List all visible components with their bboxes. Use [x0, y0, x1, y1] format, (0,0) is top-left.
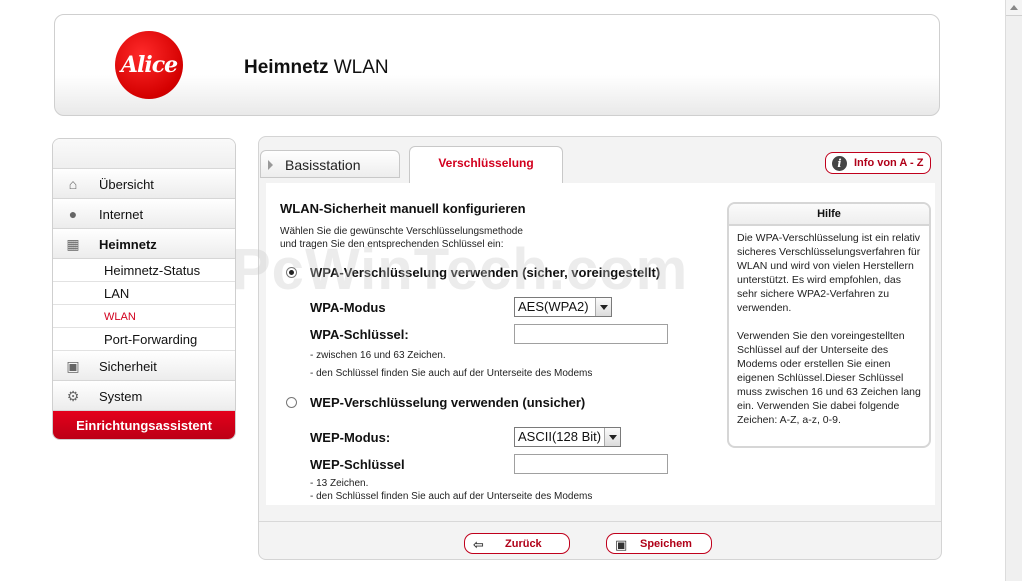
wpa-radio[interactable]: [286, 267, 297, 278]
page-title: Heimnetz WLAN: [244, 57, 389, 79]
main-panel: Basisstation Verschlüsselung i Info von …: [258, 136, 942, 560]
intro-text: Wählen Sie die gewünschte Verschlüsselun…: [280, 225, 580, 251]
footer-divider: [259, 521, 941, 522]
alice-logo: Alice: [115, 31, 183, 99]
sidebar-item-label: Übersicht: [99, 177, 154, 192]
vertical-scrollbar[interactable]: [1005, 0, 1022, 581]
sidebar-nav: ⌂ Übersicht ● Internet ▦ Heimnetz Heimne…: [52, 138, 236, 440]
tab-label: Basisstation: [285, 157, 361, 173]
help-paragraph-1: Die WPA-Verschlüsselung ist ein relativ …: [737, 232, 921, 314]
sidebar-item-label: Heimnetz: [99, 237, 157, 252]
sidebar-item-sicherheit[interactable]: ▣ Sicherheit: [53, 351, 235, 381]
intro-line-1: Wählen Sie die gewünschte Verschlüsselun…: [280, 226, 523, 237]
sidebar-item-label: System: [99, 389, 143, 404]
wpa-key-input[interactable]: [514, 324, 668, 344]
sidebar-item-system[interactable]: ⚙ System: [53, 381, 235, 411]
scroll-up-arrow-icon[interactable]: [1006, 0, 1022, 16]
house-icon: ⌂: [68, 176, 78, 192]
page-title-section: Heimnetz: [244, 57, 329, 78]
sidebar-top-spacer: [53, 139, 235, 169]
wpa-key-label: WPA-Schlüssel:: [310, 327, 409, 342]
info-icon: i: [832, 156, 847, 171]
chevron-down-icon: [604, 428, 620, 446]
sidebar-subitem-label: LAN: [104, 286, 130, 301]
gear-icon: ⚙: [66, 387, 80, 404]
sidebar-subitem-heimnetz-status[interactable]: Heimnetz-Status: [53, 259, 235, 282]
wep-radio[interactable]: [286, 397, 297, 408]
lock-icon: ▣: [66, 357, 80, 374]
intro-line-2: und tragen Sie den entsprechenden Schlüs…: [280, 239, 504, 250]
sidebar-subitem-label: Heimnetz-Status: [104, 263, 201, 278]
help-paragraph-2: Verwenden Sie den voreingestellten Schlü…: [737, 330, 921, 426]
wep-key-label: WEP-Schlüssel: [310, 457, 405, 472]
help-title: Hilfe: [729, 204, 929, 226]
sidebar-subitem-label: WLAN: [104, 311, 136, 323]
setup-assistant-button[interactable]: Einrichtungsassistent: [53, 411, 235, 439]
wpa-mode-select[interactable]: AES(WPA2): [514, 297, 612, 317]
sidebar-subitem-lan[interactable]: LAN: [53, 282, 235, 305]
wep-hint-length: - 13 Zeichen.: [310, 478, 369, 489]
wpa-mode-label: WPA-Modus: [310, 300, 386, 315]
sidebar-item-uebersicht[interactable]: ⌂ Übersicht: [53, 169, 235, 199]
section-heading: WLAN-Sicherheit manuell konfigurieren: [280, 201, 526, 216]
floppy-disk-icon: ▣: [615, 537, 628, 552]
back-button-label: Zurück: [505, 538, 542, 550]
info-button-label: Info von A - Z: [854, 157, 924, 169]
sidebar-item-label: Sicherheit: [99, 359, 157, 374]
wpa-option-label: WPA-Verschlüsselung verwenden (sicher, v…: [310, 265, 661, 280]
info-a-z-button[interactable]: i Info von A - Z: [825, 152, 931, 174]
wep-mode-select[interactable]: ASCII(128 Bit): [514, 427, 621, 447]
sidebar-subitem-wlan[interactable]: WLAN: [53, 305, 235, 328]
tab-arrow-icon: [268, 160, 273, 170]
wep-option-label: WEP-Verschlüsselung verwenden (unsicher): [310, 395, 586, 410]
sidebar-item-heimnetz[interactable]: ▦ Heimnetz: [53, 229, 235, 259]
help-text: Die WPA-Verschlüsselung ist ein relativ …: [729, 226, 929, 427]
wpa-hint-location: - den Schlüssel finden Sie auch auf der …: [310, 368, 593, 379]
wep-mode-label: WEP-Modus:: [310, 430, 391, 445]
save-button-label: Speichem: [640, 538, 692, 550]
sidebar-subitem-label: Port-Forwarding: [104, 332, 198, 347]
globe-icon: ●: [68, 206, 78, 222]
sidebar-item-internet[interactable]: ● Internet: [53, 199, 235, 229]
chevron-down-icon: [595, 298, 611, 316]
page-header: Alice Heimnetz WLAN: [54, 14, 940, 116]
page-title-page: WLAN: [328, 57, 389, 78]
back-button[interactable]: ⇦ Zurück: [464, 533, 570, 554]
wep-mode-value: ASCII(128 Bit): [518, 429, 602, 444]
wep-key-input[interactable]: [514, 454, 668, 474]
wep-hint-location: - den Schlüssel finden Sie auch auf der …: [310, 491, 593, 502]
sidebar-item-label: Internet: [99, 207, 144, 222]
logo-text: Alice: [120, 52, 178, 78]
tab-verschluesselung[interactable]: Verschlüsselung: [409, 146, 563, 183]
wpa-hint-length: - zwischen 16 und 63 Zeichen.: [310, 350, 446, 361]
save-button[interactable]: ▣ Speichem: [606, 533, 712, 554]
sidebar-subitem-port-forwarding[interactable]: Port-Forwarding: [53, 328, 235, 351]
form-content: WLAN-Sicherheit manuell konfigurieren Wä…: [266, 183, 935, 505]
network-icon: ▦: [66, 235, 80, 252]
help-box: Hilfe Die WPA-Verschlüsselung ist ein re…: [727, 202, 931, 448]
wpa-mode-value: AES(WPA2): [518, 299, 589, 314]
back-arrow-icon: ⇦: [473, 537, 484, 552]
tab-basisstation[interactable]: Basisstation: [260, 150, 400, 178]
